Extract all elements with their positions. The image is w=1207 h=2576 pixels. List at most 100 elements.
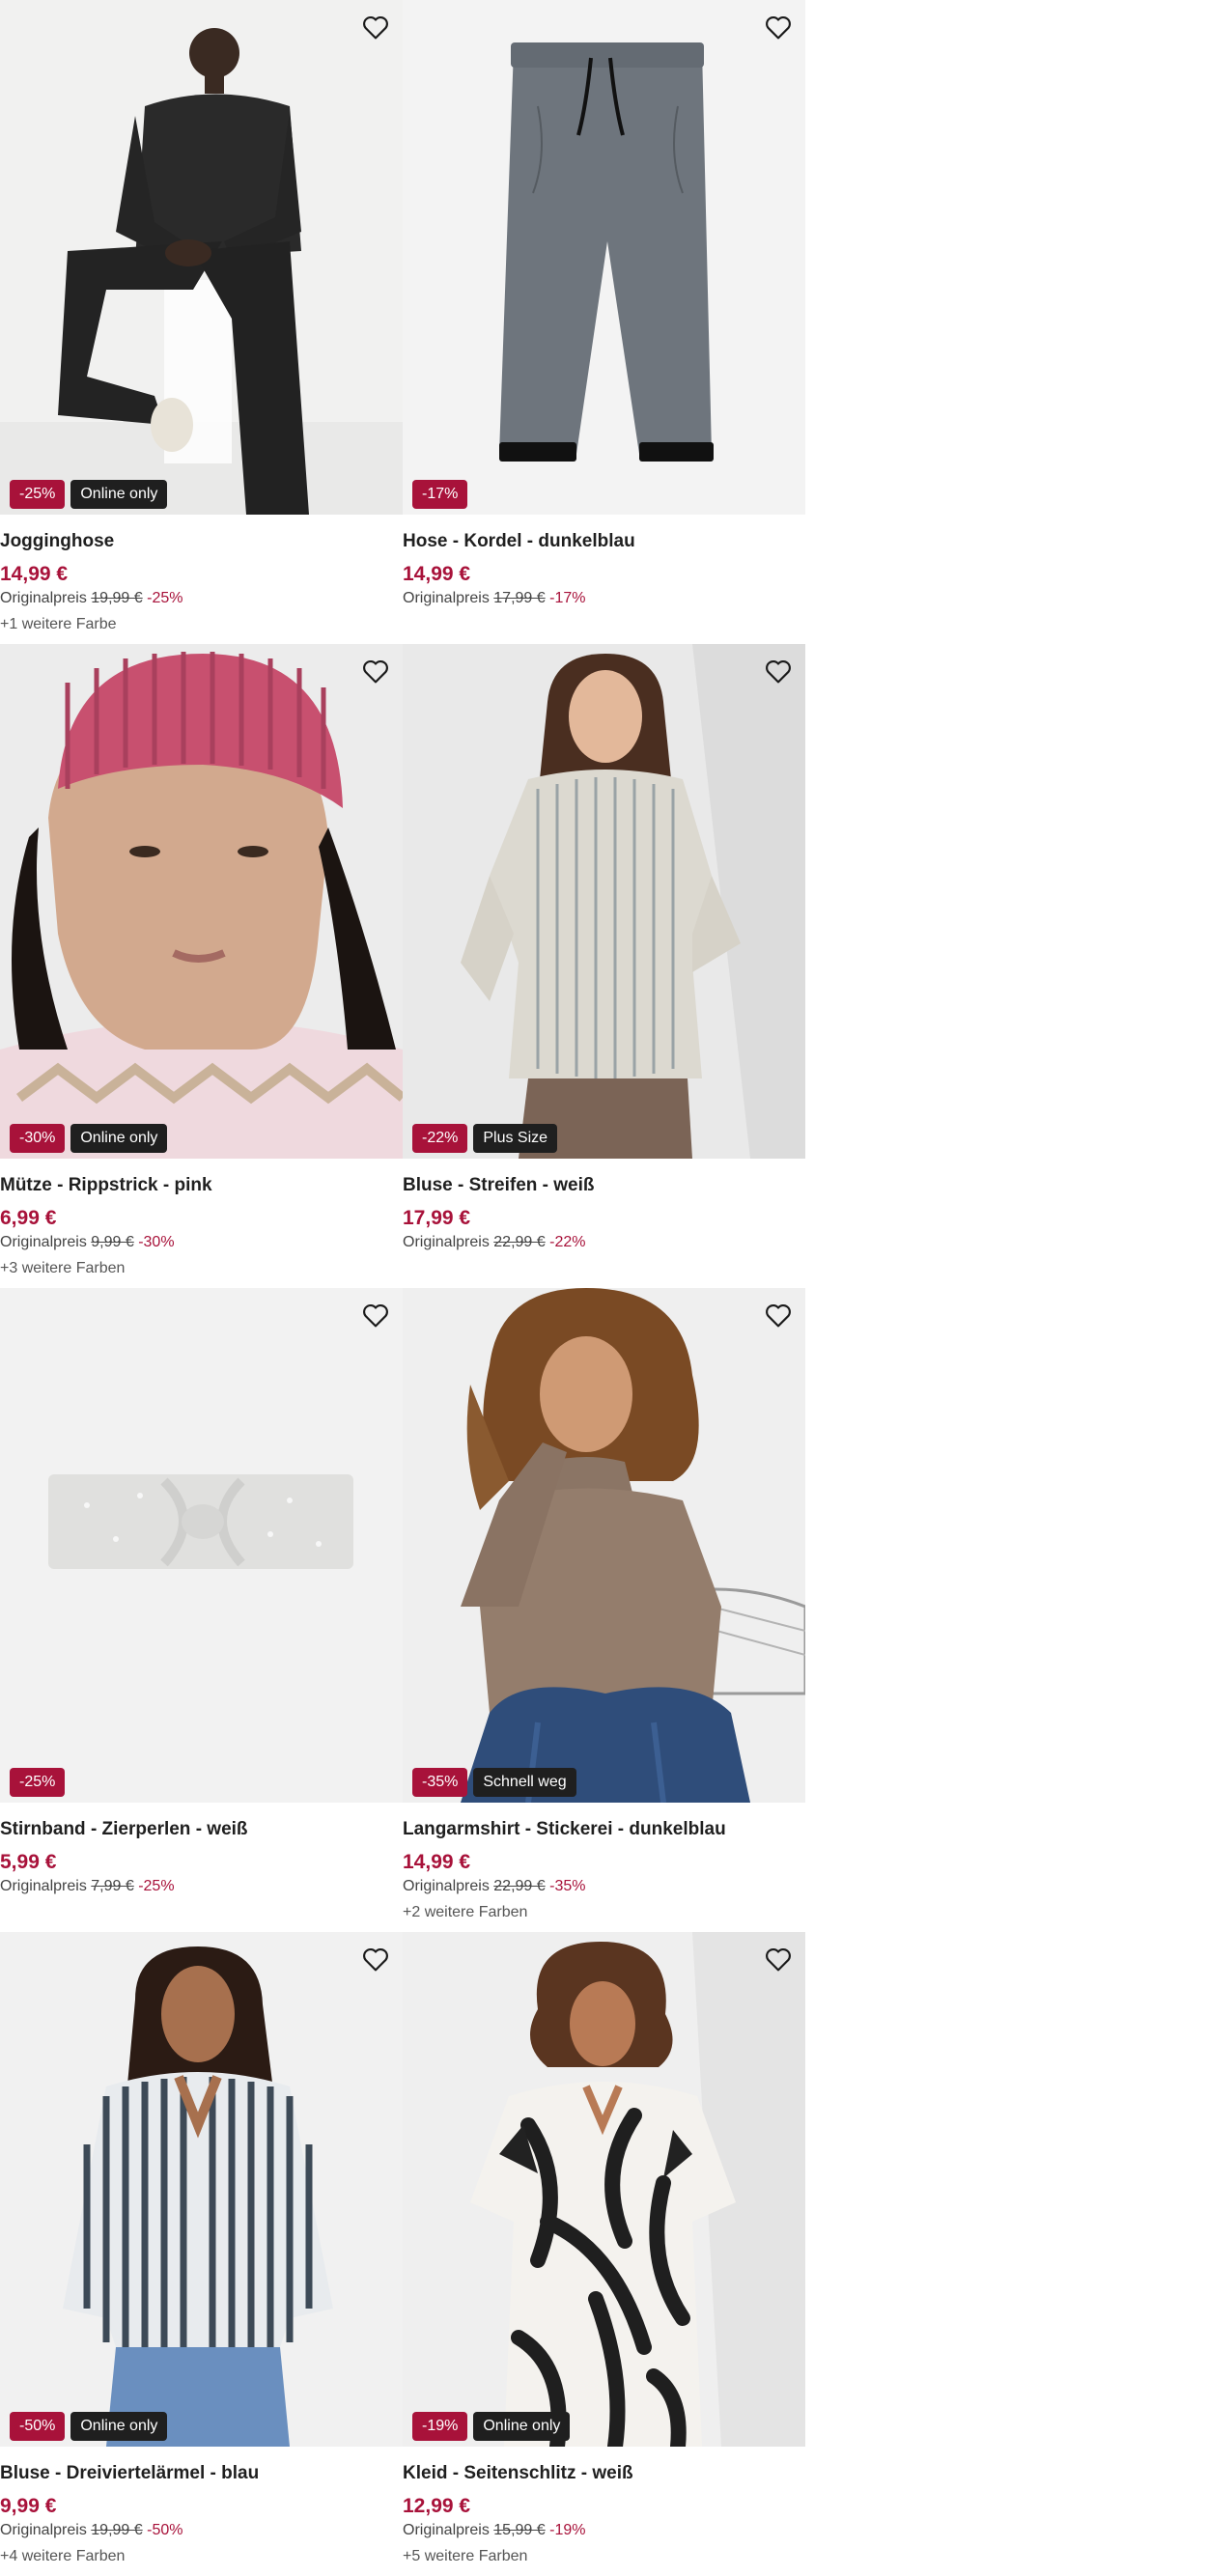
product-name[interactable]: Langarmshirt - Stickerei - dunkelblau <box>403 1818 805 1841</box>
product-image[interactable]: -35% Schnell weg <box>403 1288 805 1803</box>
product-photo-woman-taupe-longsleeve <box>403 1288 805 1803</box>
product-photo-white-headband <box>0 1288 403 1803</box>
original-price-label: Originalpreis <box>403 2522 490 2538</box>
wishlist-heart-icon[interactable] <box>358 10 393 44</box>
product-info: Kleid - Seitenschlitz - weiß 12,99 € Ori… <box>403 2447 805 2566</box>
original-price-line: Originalpreis 19,99 € -50% <box>0 2520 403 2541</box>
product-price: 5,99 € <box>0 1851 57 1873</box>
badge-row: -19% Online only <box>412 2412 571 2441</box>
wishlist-heart-icon[interactable] <box>358 1298 393 1332</box>
discount-badge: -19% <box>412 2412 468 2441</box>
product-name[interactable]: Bluse - Dreiviertelärmel - blau <box>0 2462 403 2485</box>
discount-badge: -25% <box>10 480 66 509</box>
original-price: 22,99 € <box>493 1878 546 1894</box>
product-info: Hose - Kordel - dunkelblau 14,99 € Origi… <box>403 515 805 609</box>
original-price-label: Originalpreis <box>403 1878 490 1894</box>
more-colors-link[interactable]: +3 weitere Farben <box>0 1259 403 1278</box>
product-photo-woman-striped-blouse <box>403 644 805 1159</box>
product-card[interactable]: -30% Online only Mütze - Rippstrick - pi… <box>0 644 403 1288</box>
product-price: 17,99 € <box>403 1207 471 1229</box>
plus-size-badge: Plus Size <box>473 1124 558 1153</box>
original-price-label: Originalpreis <box>403 1234 490 1250</box>
product-info: Bluse - Streifen - weiß 17,99 € Original… <box>403 1159 805 1253</box>
original-price-line: Originalpreis 22,99 € -22% <box>403 1232 805 1253</box>
wishlist-heart-icon[interactable] <box>761 1942 796 1976</box>
more-colors-link[interactable]: +1 weitere Farbe <box>0 615 403 634</box>
badge-row: -22% Plus Size <box>412 1124 558 1153</box>
product-price: 6,99 € <box>0 1207 57 1229</box>
original-price: 17,99 € <box>493 590 546 606</box>
product-image[interactable]: -19% Online only <box>403 1932 805 2447</box>
product-photo-man-jogging <box>0 0 403 515</box>
product-info: Stirnband - Zierperlen - weiß 5,99 € Ori… <box>0 1803 403 1897</box>
product-name[interactable]: Stirnband - Zierperlen - weiß <box>0 1818 403 1841</box>
wishlist-heart-icon[interactable] <box>761 10 796 44</box>
product-photo-woman-striped-blouse-blue <box>0 1932 403 2447</box>
product-image[interactable]: -17% <box>403 0 805 515</box>
discount-percent: -30% <box>138 1234 175 1250</box>
more-colors-link[interactable]: +4 weitere Farben <box>0 2547 403 2566</box>
original-price-line: Originalpreis 7,99 € -25% <box>0 1876 403 1897</box>
product-info: Mütze - Rippstrick - pink 6,99 € Origina… <box>0 1159 403 1278</box>
badge-row: -35% Schnell weg <box>412 1768 576 1797</box>
product-photo-woman-beanie <box>0 644 403 1159</box>
discount-percent: -19% <box>549 2522 586 2538</box>
discount-percent: -25% <box>147 590 183 606</box>
product-card[interactable]: -25% Online only Jogginghose 14,99 € Ori… <box>0 0 403 644</box>
product-card[interactable]: -19% Online only Kleid - Seitenschlitz -… <box>403 1932 805 2576</box>
product-info: Jogginghose 14,99 € Originalpreis 19,99 … <box>0 515 403 634</box>
product-image[interactable]: -22% Plus Size <box>403 644 805 1159</box>
discount-percent: -25% <box>138 1878 175 1894</box>
product-image[interactable]: -25% Online only <box>0 0 403 515</box>
badge-row: -25% Online only <box>10 480 168 509</box>
discount-badge: -50% <box>10 2412 66 2441</box>
product-image[interactable]: -30% Online only <box>0 644 403 1159</box>
discount-badge: -17% <box>412 480 468 509</box>
wishlist-heart-icon[interactable] <box>761 1298 796 1332</box>
discount-percent: -35% <box>549 1878 586 1894</box>
product-info: Langarmshirt - Stickerei - dunkelblau 14… <box>403 1803 805 1922</box>
product-photo-grey-trousers <box>403 0 805 515</box>
product-name[interactable]: Bluse - Streifen - weiß <box>403 1174 805 1197</box>
product-name[interactable]: Hose - Kordel - dunkelblau <box>403 530 805 553</box>
online-only-badge: Online only <box>70 480 168 509</box>
wishlist-heart-icon[interactable] <box>358 654 393 688</box>
original-price: 9,99 € <box>91 1234 134 1250</box>
more-colors-link[interactable]: +2 weitere Farben <box>403 1903 805 1922</box>
original-price: 19,99 € <box>91 590 143 606</box>
product-name[interactable]: Mütze - Rippstrick - pink <box>0 1174 403 1197</box>
discount-percent: -17% <box>549 590 586 606</box>
original-price-label: Originalpreis <box>0 1878 87 1894</box>
badge-row: -30% Online only <box>10 1124 168 1153</box>
original-price: 19,99 € <box>91 2522 143 2538</box>
original-price-label: Originalpreis <box>403 590 490 606</box>
original-price-line: Originalpreis 22,99 € -35% <box>403 1876 805 1897</box>
product-card[interactable]: -17% Hose - Kordel - dunkelblau 14,99 € … <box>403 0 805 644</box>
product-price: 12,99 € <box>403 2495 471 2517</box>
original-price: 7,99 € <box>91 1878 134 1894</box>
badge-row: -50% Online only <box>10 2412 168 2441</box>
original-price-label: Originalpreis <box>0 2522 87 2538</box>
product-photo-woman-palm-dress <box>403 1932 805 2447</box>
product-card[interactable]: -22% Plus Size Bluse - Streifen - weiß 1… <box>403 644 805 1288</box>
product-name[interactable]: Jogginghose <box>0 530 403 553</box>
original-price: 15,99 € <box>493 2522 546 2538</box>
product-info: Bluse - Dreiviertelärmel - blau 9,99 € O… <box>0 2447 403 2566</box>
product-image[interactable]: -50% Online only <box>0 1932 403 2447</box>
discount-badge: -35% <box>412 1768 468 1797</box>
product-card[interactable]: -50% Online only Bluse - Dreiviertelärme… <box>0 1932 403 2576</box>
wishlist-heart-icon[interactable] <box>761 654 796 688</box>
original-price: 22,99 € <box>493 1234 546 1250</box>
product-price: 14,99 € <box>403 563 471 585</box>
product-name[interactable]: Kleid - Seitenschlitz - weiß <box>403 2462 805 2485</box>
original-price-line: Originalpreis 15,99 € -19% <box>403 2520 805 2541</box>
product-card[interactable]: -35% Schnell weg Langarmshirt - Stickere… <box>403 1288 805 1932</box>
wishlist-heart-icon[interactable] <box>358 1942 393 1976</box>
online-only-badge: Online only <box>70 1124 168 1153</box>
original-price-line: Originalpreis 17,99 € -17% <box>403 588 805 609</box>
product-image[interactable]: -25% <box>0 1288 403 1803</box>
original-price-label: Originalpreis <box>0 1234 87 1250</box>
more-colors-link[interactable]: +5 weitere Farben <box>403 2547 805 2566</box>
product-card[interactable]: -25% Stirnband - Zierperlen - weiß 5,99 … <box>0 1288 403 1932</box>
discount-percent: -50% <box>147 2522 183 2538</box>
